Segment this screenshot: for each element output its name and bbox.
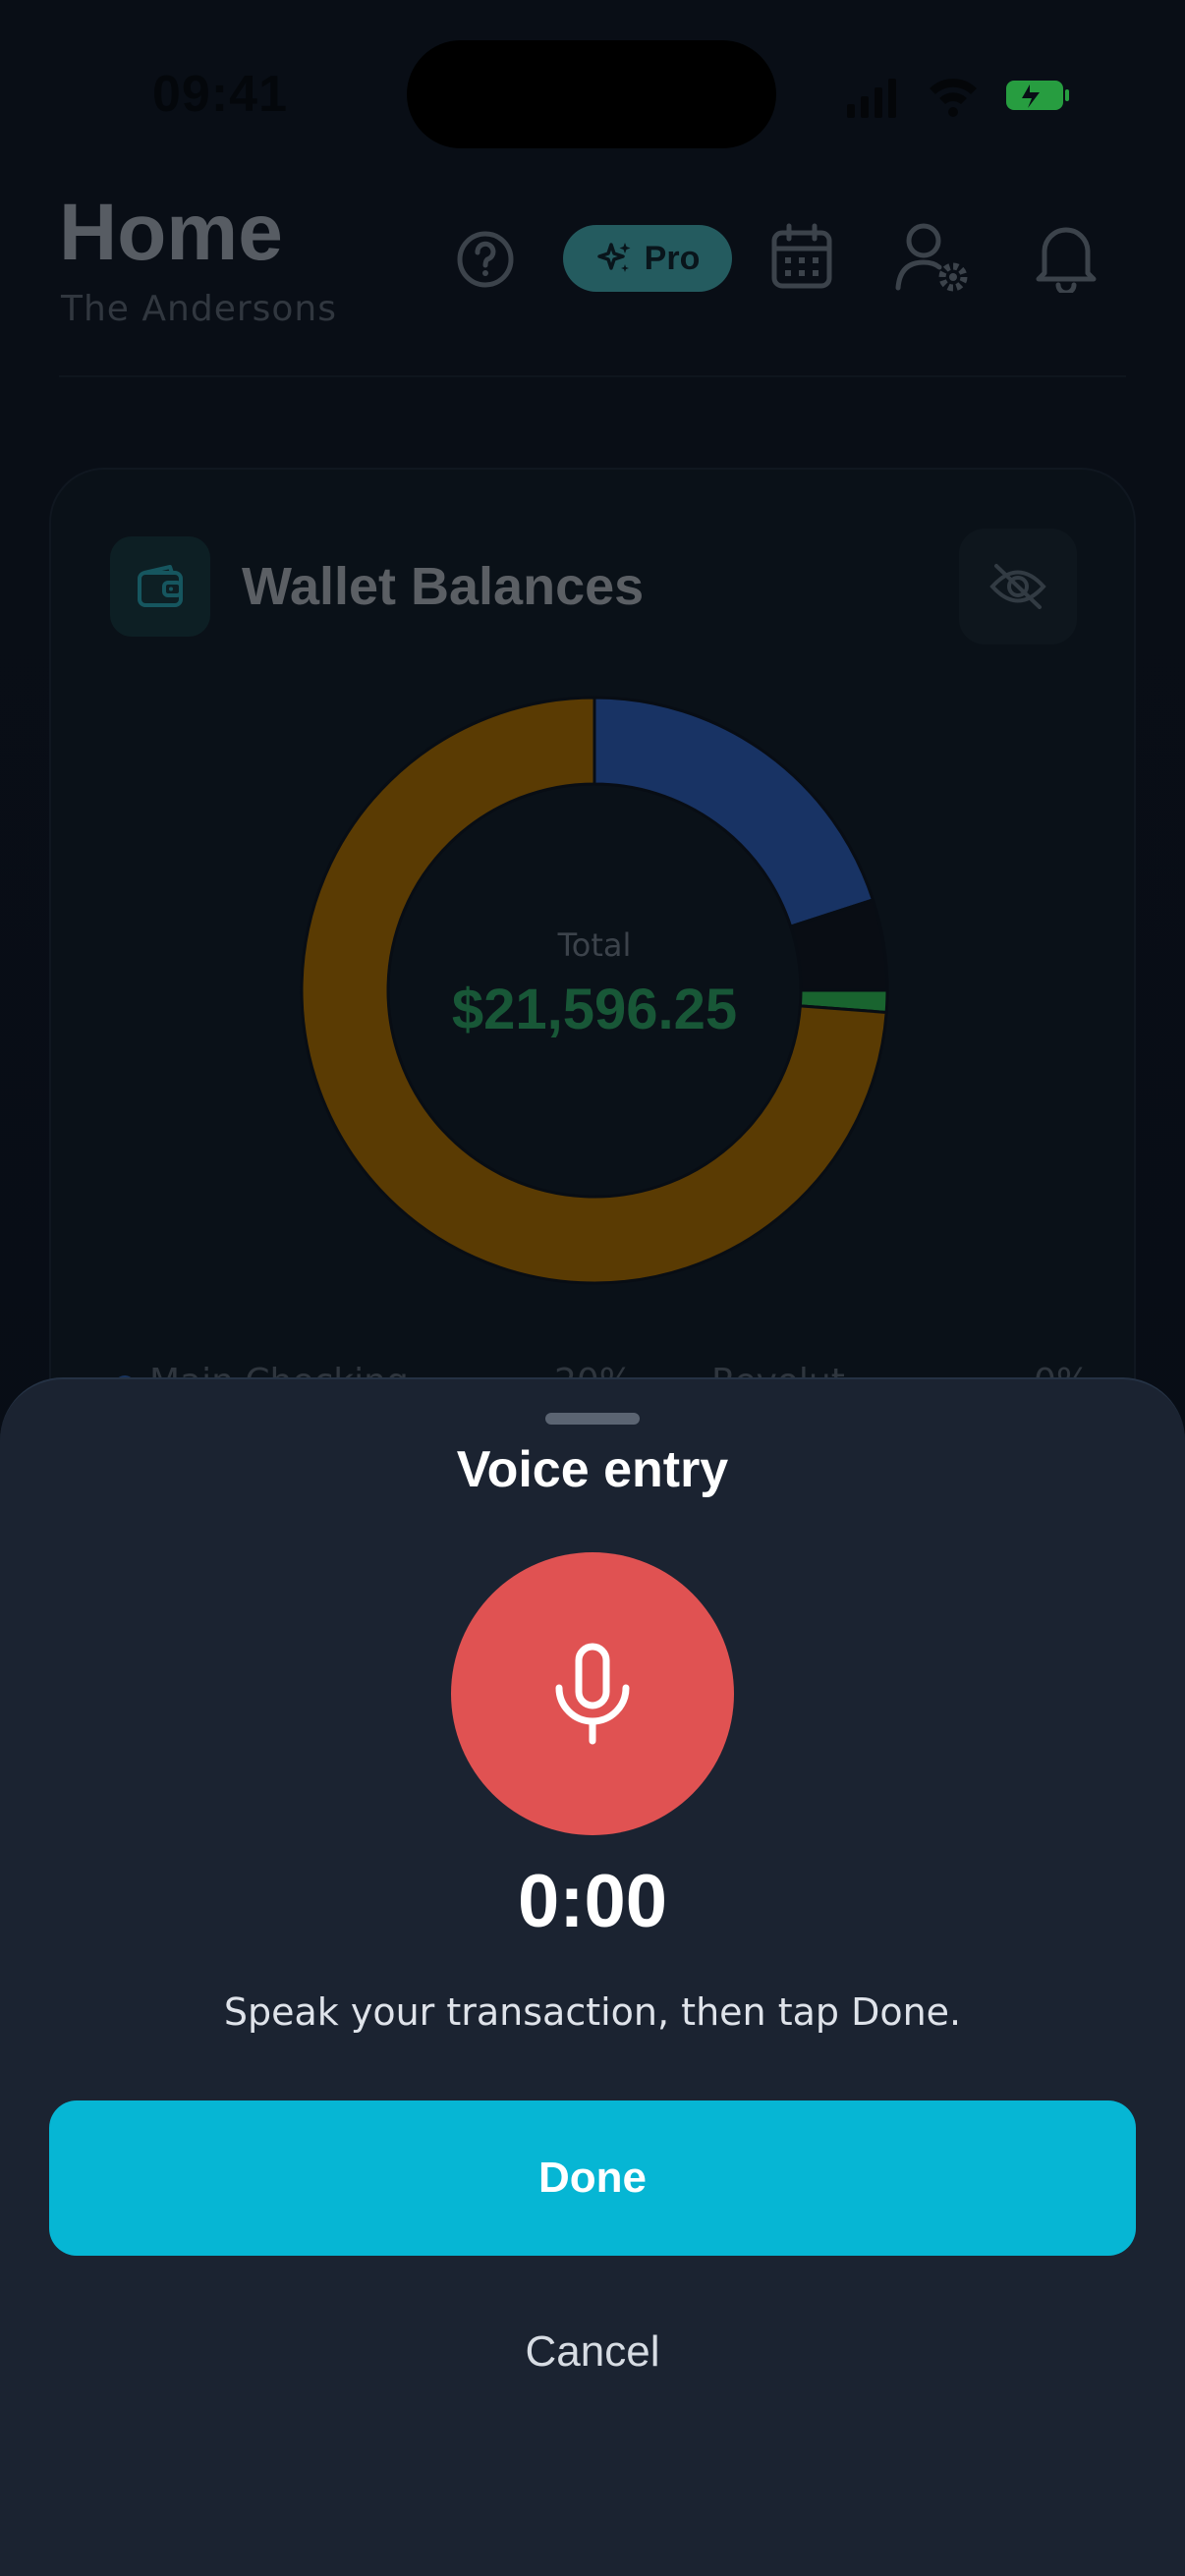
record-button[interactable] — [451, 1552, 734, 1835]
done-button[interactable]: Done — [49, 2100, 1136, 2256]
cancel-button[interactable]: Cancel — [396, 2303, 789, 2401]
sheet-drag-handle[interactable] — [545, 1413, 640, 1425]
recording-timer: 0:00 — [517, 1860, 668, 1943]
microphone-icon — [555, 1643, 630, 1745]
voice-entry-sheet: Voice entry 0:00 Speak your transaction,… — [0, 1377, 1185, 2576]
sheet-title: Voice entry — [456, 1441, 729, 1498]
instruction-text: Speak your transaction, then tap Done. — [223, 1990, 962, 2034]
